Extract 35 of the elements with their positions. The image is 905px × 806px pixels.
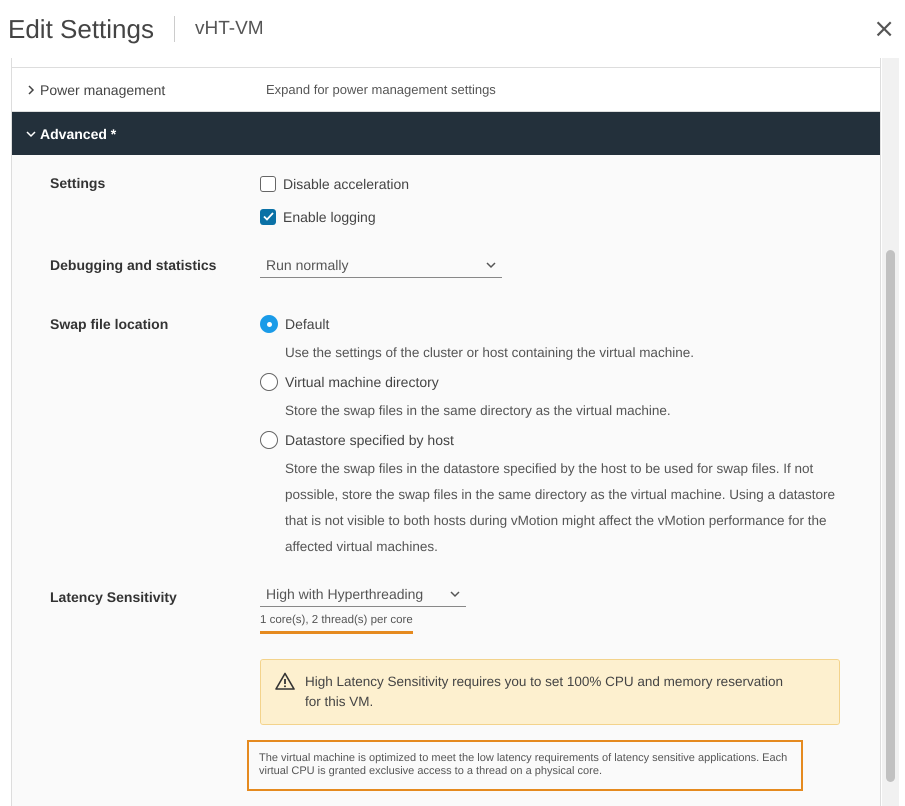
chevron-right-icon — [26, 84, 36, 94]
warning-icon — [275, 672, 295, 690]
dropdown[interactable]: Run normally — [260, 257, 502, 278]
setting-label: Latency Sensitivity — [50, 588, 178, 607]
option-description: Store the swap files in the datastore specified by the host to be used for swap files. If not possible, store the swap files in the same directory as the virtual machine. Using a datastore that is not visible to both hosts during vMotion might affect the vMotion performance for the affected virtual machines. — [285, 460, 836, 556]
close-button[interactable]: × — [869, 14, 899, 44]
latency-note: The virtual machine is optimized to meet the low latency requirements of latency sensitive applications. Each virtual CPU is granted exclusive access to a thread on a physical core. — [259, 752, 788, 778]
checkbox-option[interactable]: Enable logging — [260, 200, 880, 233]
warning-text: High Latency Sensitivity requires you to set 100% CPU and memory reservation for this VM. — [305, 673, 784, 711]
radio-button[interactable] — [260, 373, 278, 391]
radio-button[interactable] — [260, 315, 278, 333]
cpu-detail: 1 core(s), 2 thread(s) per core — [260, 607, 413, 634]
checkbox[interactable] — [260, 176, 276, 192]
setting-label: Debugging and statistics — [50, 257, 218, 275]
option-description: Use the settings of the cluster or host containing the virtual machine. — [285, 344, 695, 362]
section-toggle[interactable]: Advanced * — [26, 126, 256, 142]
radio-option[interactable]: Default — [260, 308, 880, 340]
radio-option[interactable]: Virtual machine directory — [260, 366, 880, 398]
chevron-down-icon — [486, 260, 496, 270]
setting-label: Swap file location — [50, 315, 170, 334]
checkbox-option[interactable]: Disable acceleration — [260, 167, 880, 200]
section-toggle[interactable]: Power management — [26, 82, 256, 98]
dropdown[interactable]: High with Hyperthreading — [260, 586, 466, 607]
chevron-down-icon — [450, 589, 460, 599]
option-description: Store the swap files in the same directory as the virtual machine. — [285, 402, 672, 420]
setting-label: Settings — [50, 174, 106, 193]
radio-button[interactable] — [260, 431, 278, 449]
checkbox[interactable] — [260, 208, 276, 224]
section-summary: Expand for power management settings — [266, 82, 496, 97]
vm-name: vHT-VM — [194, 18, 264, 40]
radio-option[interactable]: Datastore specified by host — [260, 424, 880, 456]
scrollbar-thumb[interactable] — [886, 250, 895, 782]
dialog-title: Edit Settings — [8, 14, 154, 44]
checkmark-icon — [262, 212, 274, 221]
chevron-down-icon — [26, 128, 36, 138]
